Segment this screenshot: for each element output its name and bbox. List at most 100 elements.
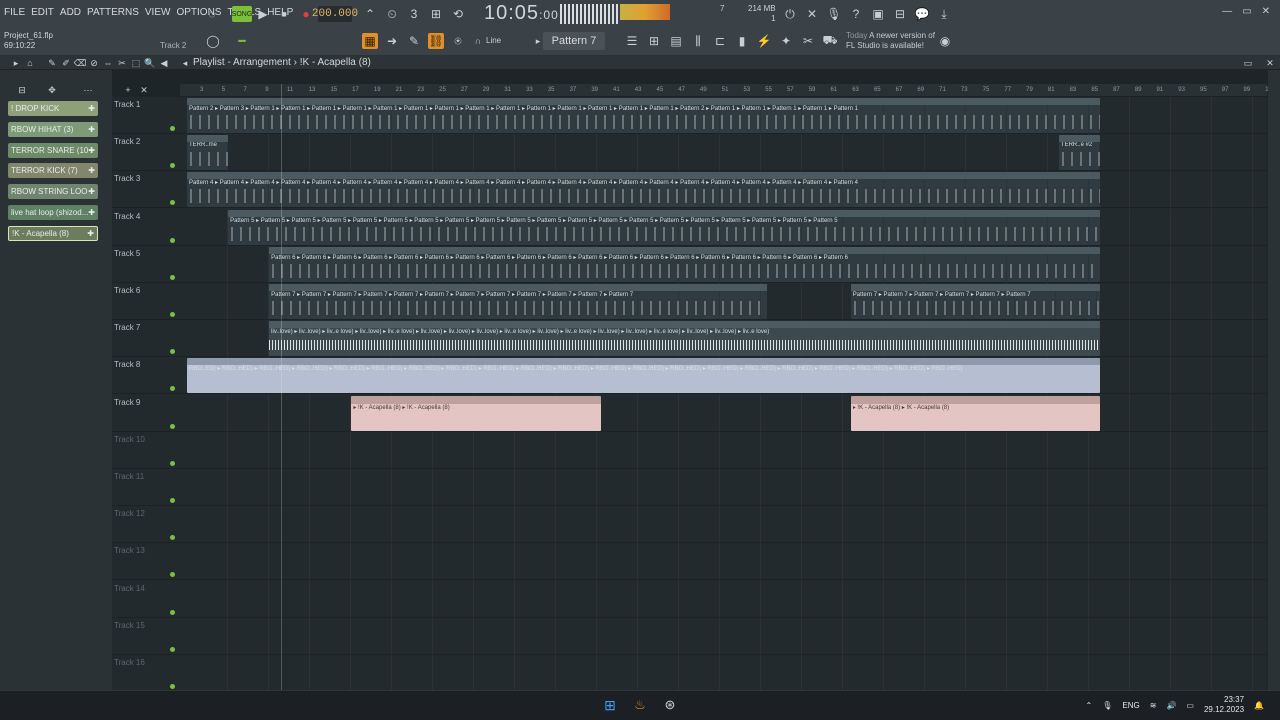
track-name[interactable]: Track 10: [114, 435, 145, 444]
track-row[interactable]: Track 14: [112, 580, 1267, 618]
arrangement-arrow-icon[interactable]: ◂: [177, 55, 193, 71]
microphone-icon[interactable]: 🎙: [826, 6, 842, 22]
stop-icon[interactable]: ■: [276, 6, 292, 22]
track-row[interactable]: Track 12: [112, 506, 1267, 544]
plus-icon[interactable]: ✚: [88, 146, 95, 155]
plus-icon[interactable]: ✚: [87, 229, 94, 238]
tempo-display[interactable]: 200.000: [312, 6, 358, 22]
picker-item[interactable]: RBOW STRING LOOP (S...✚: [8, 184, 98, 200]
track-mute-led[interactable]: [170, 498, 175, 503]
track-mute-led[interactable]: [170, 386, 175, 392]
track-name[interactable]: Track 5: [114, 249, 140, 258]
track-mute-led[interactable]: [170, 535, 175, 541]
track-mute-led[interactable]: [170, 126, 175, 131]
playlist-piano-icon[interactable]: ▦: [362, 33, 378, 49]
track-name[interactable]: Track 4: [114, 212, 140, 221]
track-mute-led[interactable]: [170, 274, 175, 280]
language-indicator[interactable]: ENG: [1122, 701, 1139, 710]
news-panel[interactable]: Today A newer version of FL Studio is av…: [846, 31, 935, 51]
tempo-tapper-icon[interactable]: ✦: [778, 33, 794, 49]
battery-icon[interactable]: ▭: [1186, 701, 1194, 710]
track-row[interactable]: Track 5 Pattern 6 ▸ Pattern 6 ▸ Pattern 6…: [112, 245, 1267, 283]
track-row[interactable]: Track 15: [112, 617, 1267, 655]
volume-icon[interactable]: 🔊: [1166, 701, 1176, 710]
vertical-scrollbar[interactable]: [1268, 70, 1280, 690]
track-row[interactable]: Track 6 Pattern 7 ▸ Pattern 7 ▸ Pattern 7…: [112, 283, 1267, 320]
menu-file[interactable]: FILE: [4, 7, 25, 18]
track-grid[interactable]: [187, 506, 1267, 544]
windows-start-icon[interactable]: ⊞: [602, 697, 618, 713]
track-row[interactable]: Track 11: [112, 469, 1267, 506]
track-row[interactable]: Track 2 TERR..me TERR..e #2: [112, 134, 1267, 172]
master-pitch-icon[interactable]: ━: [234, 33, 250, 49]
multilink-icon[interactable]: ✕: [804, 6, 820, 22]
master-volume-knob-icon[interactable]: ◯: [205, 33, 221, 49]
step-edit-icon[interactable]: ⊞: [428, 6, 444, 22]
wait-input-icon[interactable]: ⏲: [384, 6, 400, 22]
menu-add[interactable]: ADD: [60, 7, 81, 18]
channel-rack-window-icon[interactable]: ▤: [668, 33, 684, 49]
browser-window-icon[interactable]: ⊏: [712, 33, 728, 49]
notification-icon[interactable]: 🔔: [1254, 701, 1264, 710]
download-icon[interactable]: ⤓: [936, 6, 952, 22]
plus-icon[interactable]: ✚: [88, 187, 95, 196]
track-mute-led[interactable]: [170, 684, 175, 689]
picker-item[interactable]: ! DROP KICK ✚: [8, 101, 98, 116]
remove-icon[interactable]: ✕: [136, 82, 152, 98]
metronome-icon[interactable]: ⌃: [362, 6, 378, 22]
plus-icon[interactable]: ✚: [88, 208, 95, 217]
picker-item[interactable]: RBOW HIHAT (3) ✚: [8, 121, 98, 137]
menu-patterns[interactable]: PATTERNS: [87, 7, 139, 18]
playlist-clip[interactable]: TERR..e #2: [1058, 135, 1100, 171]
plus-icon[interactable]: ✚: [88, 104, 95, 113]
playlist-clip[interactable]: TERR..me: [187, 135, 229, 171]
track-grid[interactable]: [187, 134, 1267, 172]
playlist-clip[interactable]: Pattern 7 ▸ Pattern 7 ▸ Pattern 7 ▸ Patt…: [269, 284, 767, 319]
plugin-database-icon[interactable]: ▮: [734, 33, 750, 49]
mixer-window-icon[interactable]: ⫼: [690, 33, 706, 49]
track-name[interactable]: Track 15: [114, 621, 145, 630]
picker-item[interactable]: TERROR KICK (7) ✚: [8, 163, 98, 179]
stamp-icon[interactable]: ⍟: [450, 33, 466, 49]
track-grid[interactable]: [187, 655, 1267, 692]
track-name[interactable]: Track 14: [114, 584, 145, 593]
pencil-icon[interactable]: ✎: [406, 33, 422, 49]
microphone-tray-icon[interactable]: 🎙: [1102, 701, 1112, 710]
playback-tool-icon[interactable]: ◀: [156, 55, 172, 71]
snap-select[interactable]: Line: [486, 36, 501, 45]
playlist-clip[interactable]: Pattern 2 ▸ Pattern 3 ▸ Pattern 1 ▸ Patt…: [187, 98, 1100, 133]
save-icon[interactable]: ▣: [870, 6, 886, 22]
track-mute-led[interactable]: [170, 163, 175, 169]
menu-view[interactable]: VIEW: [145, 7, 171, 18]
picker-grid-icon[interactable]: ⊟: [14, 82, 30, 98]
track-row[interactable]: Track 3 Pattern 4 ▸ Pattern 4 ▸ Pattern 4…: [112, 171, 1267, 209]
track-name[interactable]: Track 13: [114, 546, 145, 555]
track-row[interactable]: Track 4 Pattern 5 ▸ Pattern 5 ▸ Pattern 5…: [112, 208, 1267, 246]
track-row[interactable]: Track 9 ▸ !K - Acapella (8) ▸ !K - Acapel…: [112, 394, 1267, 432]
playlist-clip[interactable]: Pattern 7 ▸ Pattern 7 ▸ Pattern 7 ▸ Patt…: [850, 284, 1100, 319]
track-mute-led[interactable]: [170, 646, 175, 652]
track-name[interactable]: Track 2: [114, 137, 140, 146]
track-row[interactable]: Track 13: [112, 543, 1267, 581]
playlist-clip[interactable]: Pattern 5 ▸ Pattern 5 ▸ Pattern 5 ▸ Patt…: [228, 209, 1100, 245]
plus-icon[interactable]: ✚: [88, 166, 95, 175]
track-mute-led[interactable]: [170, 460, 175, 466]
track-mute-led[interactable]: [170, 237, 175, 243]
track-mute-led[interactable]: [170, 200, 175, 206]
timeline-ruler[interactable]: + ✕ 3 5 7 9 11 13 15 17 19 21 23 25 27 29 31 33 35 37 39 41…: [125, 84, 1275, 97]
track-mute-led[interactable]: [170, 423, 175, 429]
track-grid[interactable]: [187, 543, 1267, 581]
picker-item[interactable]: live hat loop (shizod... ✚: [8, 205, 98, 220]
piano-roll-window-icon[interactable]: ⊞: [646, 33, 662, 49]
close-icon[interactable]: ✕: [1262, 6, 1270, 17]
picker-menu-icon[interactable]: ⋯: [80, 82, 96, 98]
track-row[interactable]: Track 7 liv..love) ▸ liv..love) ▸ liv..e …: [112, 320, 1267, 358]
playlist-clip[interactable]: RBO..ED) ▸ RBO..HED) ▸ RBO..HED) ▸ RBO..…: [187, 358, 1100, 394]
link-icon[interactable]: ⛓: [428, 33, 444, 49]
countdown-icon[interactable]: 3: [406, 6, 422, 22]
loop-record-icon[interactable]: ⟲: [450, 6, 466, 22]
fl-studio-taskbar-icon[interactable]: ♨: [632, 697, 648, 713]
track-mute-led[interactable]: [170, 312, 175, 317]
track-mute-led[interactable]: [170, 349, 175, 355]
add-track-icon[interactable]: +: [120, 82, 136, 98]
